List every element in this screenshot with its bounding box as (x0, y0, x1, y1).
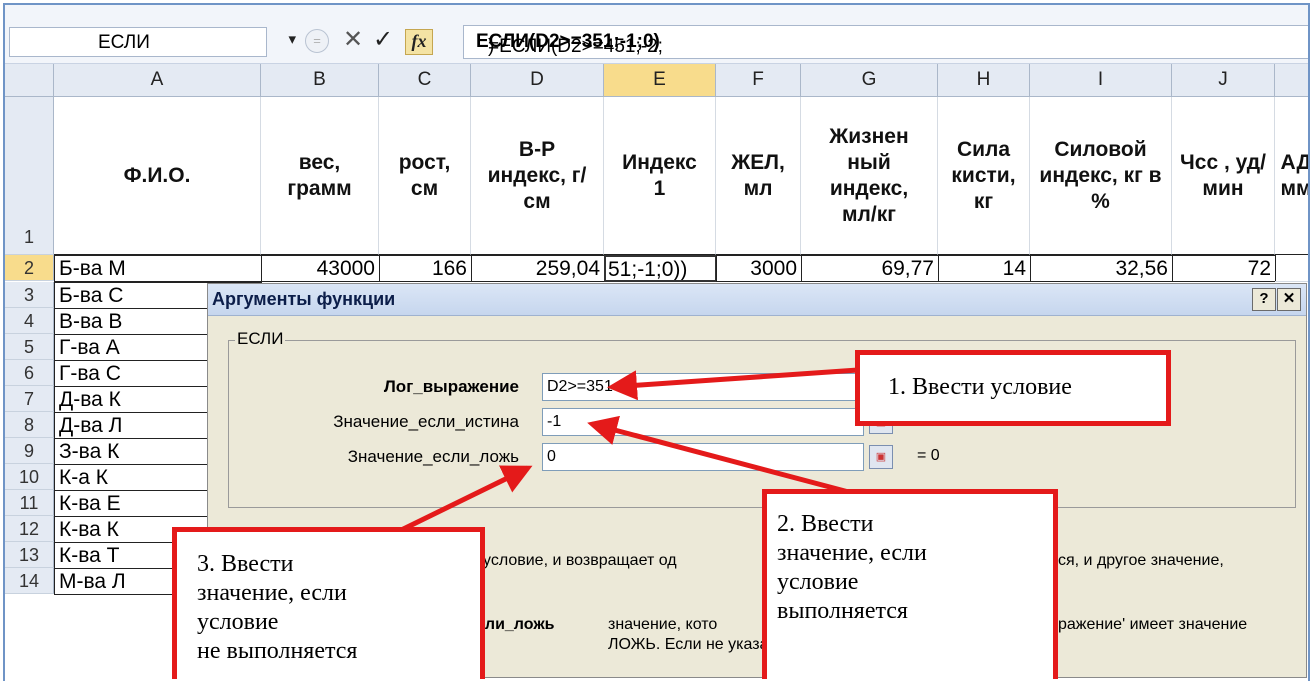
callout-3-line4: не выполняется (197, 638, 358, 664)
arrow-to-logical-test (607, 367, 859, 401)
callout-3-line1: 3. Ввести (197, 551, 294, 577)
callout-3-line2: значение, если (197, 580, 347, 606)
callout-1-text: 1. Ввести условие (888, 374, 1072, 400)
callout-2-line2: значение, если (777, 540, 927, 566)
callout-1: 1. Ввести условие (855, 350, 1171, 426)
arrow-to-value-if-true (587, 415, 861, 498)
callout-3: 3. Ввести значение, если условие не выпо… (172, 527, 485, 679)
callout-2-line3: условие (777, 569, 859, 595)
callout-2-line1: 2. Ввести (777, 511, 874, 537)
callout-2-line4: выполняется (777, 598, 908, 624)
callout-2: 2. Ввести значение, если условие выполня… (762, 489, 1058, 679)
callout-3-line3: условие (197, 609, 279, 635)
